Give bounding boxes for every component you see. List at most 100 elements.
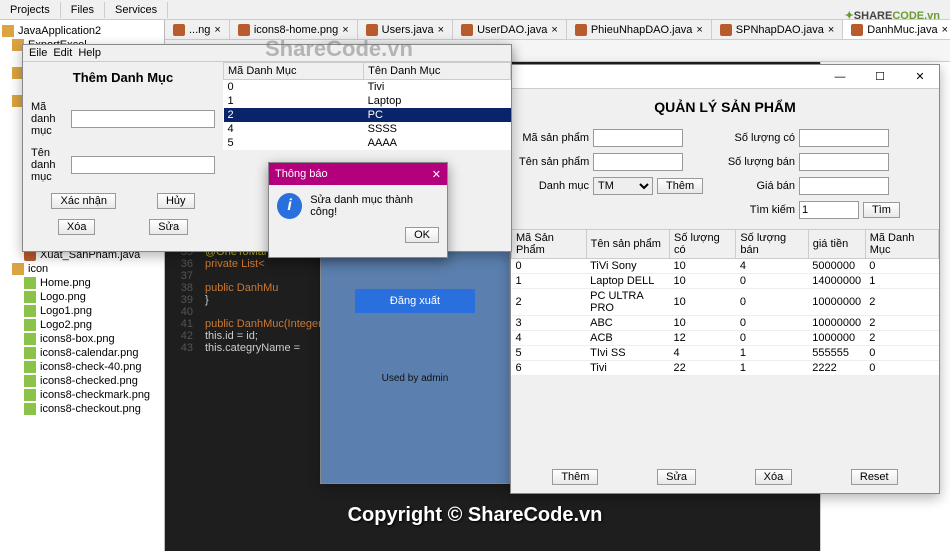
editor-tab[interactable]: SPNhapDAO.java × (712, 20, 843, 39)
input-slc[interactable] (799, 129, 889, 147)
file-icon (461, 24, 473, 36)
table-header[interactable]: Mã Danh Mục (224, 63, 364, 80)
editor-tab[interactable]: DanhMuc.java × (843, 20, 950, 39)
product-table[interactable]: Mã Sản PhẩmTên sản phẩmSố lượng cóSố lượ… (511, 229, 939, 376)
maximize-icon[interactable]: ☐ (865, 69, 895, 85)
tab-projects[interactable]: Projects (0, 2, 61, 18)
table-row[interactable]: 5AAAA (224, 136, 511, 150)
png-icon (24, 277, 36, 289)
message-titlebar: Thông báo ✕ (269, 163, 447, 185)
table-header[interactable]: giá tiền (808, 230, 865, 259)
search-button[interactable]: Tìm (863, 202, 900, 218)
input-search[interactable] (799, 201, 859, 219)
editor-tab[interactable]: UserDAO.java × (453, 20, 567, 39)
editor-tab[interactable]: PhieuNhapDAO.java × (567, 20, 712, 39)
close-icon[interactable]: ✕ (432, 168, 441, 181)
tab-files[interactable]: Files (61, 2, 105, 18)
tree-node[interactable]: icons8-checked.png (0, 374, 164, 388)
table-row[interactable]: 4SSSS (224, 122, 511, 136)
label-gia: Giá bán (725, 180, 795, 192)
tree-root[interactable]: JavaApplication2 (0, 24, 164, 38)
add-category-button[interactable]: Thêm (657, 178, 703, 194)
tree-node[interactable]: icon (0, 262, 164, 276)
input-ten-sp[interactable] (593, 153, 683, 171)
category-menu: Eile Edit Help (23, 45, 511, 62)
close-tab-icon[interactable]: × (551, 24, 557, 36)
close-tab-icon[interactable]: × (942, 24, 948, 36)
table-header[interactable]: Số lượng bán (736, 230, 808, 259)
table-row[interactable]: 4ACB12010000002 (512, 331, 939, 346)
table-header[interactable]: Tên sản phẩm (586, 230, 669, 259)
delete-cat-button[interactable]: Xóa (58, 219, 96, 235)
editor-tab[interactable]: icons8-home.png × (230, 20, 358, 39)
tree-node[interactable]: icons8-checkout.png (0, 402, 164, 416)
ide-top-tabs: Projects Files Services (0, 0, 950, 20)
png-icon (24, 375, 36, 387)
tree-node[interactable]: Home.png (0, 276, 164, 290)
tree-node[interactable]: Logo2.png (0, 318, 164, 332)
editor-tabs: ...ng ×icons8-home.png ×Users.java ×User… (165, 20, 950, 40)
product-window-titlebar: — ☐ ✕ (511, 65, 939, 89)
reset-button[interactable]: Reset (851, 469, 898, 485)
table-row[interactable]: 0TiVi Sony10450000000 (512, 259, 939, 274)
tab-services[interactable]: Services (105, 2, 168, 18)
file-icon (720, 24, 732, 36)
close-tab-icon[interactable]: × (438, 24, 444, 36)
table-header[interactable]: Số lượng có (669, 230, 735, 259)
editor-tab[interactable]: ...ng × (165, 20, 230, 39)
close-tab-icon[interactable]: × (214, 24, 220, 36)
input-cat-ma[interactable] (71, 110, 215, 128)
close-tab-icon[interactable]: × (696, 24, 702, 36)
logout-footer: Used by admin (331, 373, 499, 384)
table-row[interactable]: 6Tivi22122220 (512, 361, 939, 376)
menu-edit[interactable]: Edit (53, 47, 72, 59)
edit-cat-button[interactable]: Sửa (149, 219, 188, 235)
table-row[interactable]: 3ABC100100000002 (512, 316, 939, 331)
table-row[interactable]: 5TIvi SS415555550 (512, 346, 939, 361)
table-row[interactable]: 1Laptop DELL100140000001 (512, 274, 939, 289)
logout-button[interactable]: Đăng xuất (355, 289, 475, 313)
png-icon (24, 319, 36, 331)
edit-button[interactable]: Sửa (657, 469, 696, 485)
cancel-button[interactable]: Hủy (157, 193, 195, 209)
message-title: Thông báo (275, 168, 328, 180)
input-ma-sp[interactable] (593, 129, 683, 147)
close-tab-icon[interactable]: × (828, 24, 834, 36)
table-header[interactable]: Mã Danh Mục (865, 230, 938, 259)
label-cat-ten: Tên danh mục (31, 147, 65, 183)
menu-file[interactable]: Eile (29, 47, 47, 59)
minimize-icon[interactable]: — (825, 69, 855, 85)
delete-button[interactable]: Xóa (755, 469, 793, 485)
png-icon (24, 291, 36, 303)
category-table[interactable]: Mã Danh MụcTên Danh Mục0Tivi1Laptop2PC4S… (223, 62, 511, 150)
file-icon (238, 24, 250, 36)
table-header[interactable]: Tên Danh Mục (364, 63, 511, 80)
editor-tab[interactable]: Users.java × (358, 20, 453, 39)
input-slb[interactable] (799, 153, 889, 171)
png-icon (24, 403, 36, 415)
tree-node[interactable]: Logo.png (0, 290, 164, 304)
tree-node[interactable]: Logo1.png (0, 304, 164, 318)
ok-button[interactable]: OK (405, 227, 439, 243)
input-gia[interactable] (799, 177, 889, 195)
label-slb: Số lượng bán (725, 156, 795, 168)
info-icon: i (277, 193, 302, 219)
close-tab-icon[interactable]: × (342, 24, 348, 36)
table-row[interactable]: 2PC ULTRA PRO100100000002 (512, 289, 939, 316)
table-row[interactable]: 0Tivi (224, 80, 511, 95)
select-dm[interactable]: TM (593, 177, 653, 195)
png-icon (24, 361, 36, 373)
table-header[interactable]: Mã Sản Phẩm (512, 230, 587, 259)
close-icon[interactable]: ✕ (905, 69, 935, 85)
confirm-button[interactable]: Xác nhận (51, 193, 115, 209)
menu-help[interactable]: Help (78, 47, 101, 59)
input-cat-ten[interactable] (71, 156, 215, 174)
table-row[interactable]: 2PC (224, 108, 511, 122)
tree-node[interactable]: icons8-check-40.png (0, 360, 164, 374)
tree-node[interactable]: icons8-calendar.png (0, 346, 164, 360)
tree-node[interactable]: icons8-checkmark.png (0, 388, 164, 402)
tree-node[interactable]: icons8-box.png (0, 332, 164, 346)
table-row[interactable]: 1Laptop (224, 94, 511, 108)
add-button[interactable]: Thêm (552, 469, 598, 485)
file-icon (366, 24, 378, 36)
